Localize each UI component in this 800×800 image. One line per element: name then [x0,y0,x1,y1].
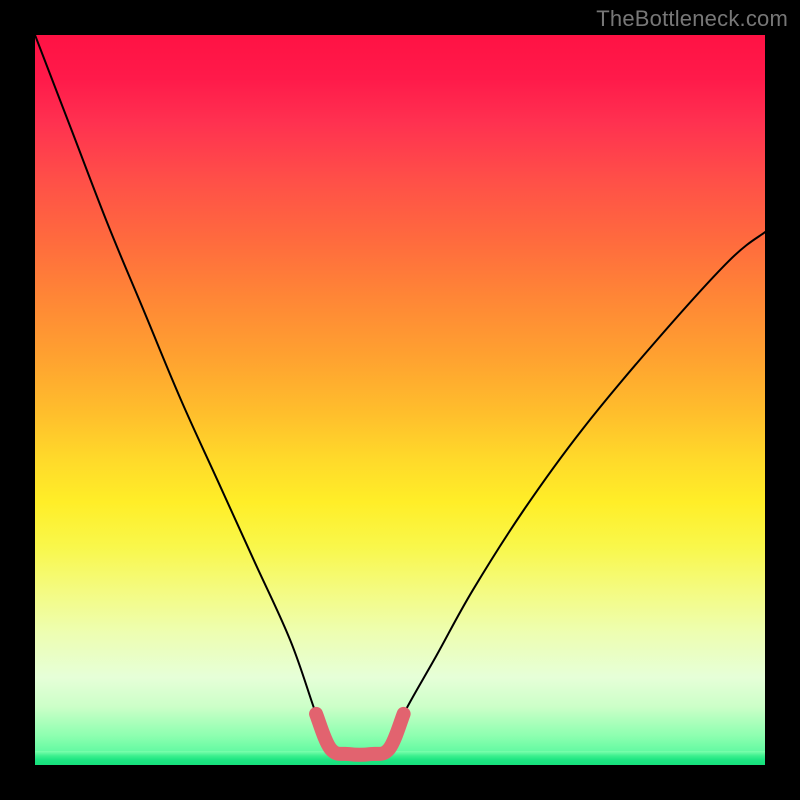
plot-area [35,35,765,765]
highlight-segment-path [316,714,404,755]
watermark-text: TheBottleneck.com [596,6,788,32]
curve-svg [35,35,765,765]
chart-frame: TheBottleneck.com [0,0,800,800]
bottleneck-curve-path [35,35,765,755]
